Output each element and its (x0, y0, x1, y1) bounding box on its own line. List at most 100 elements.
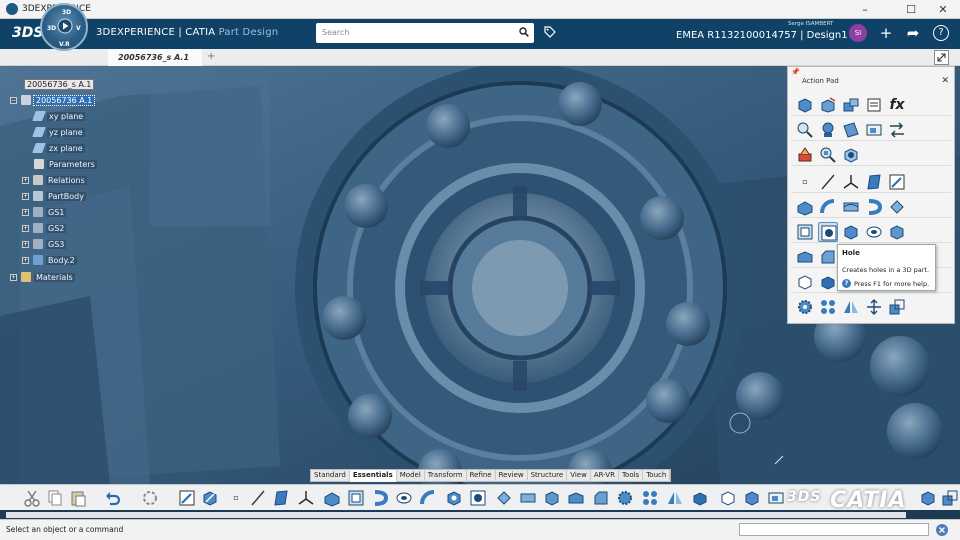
scaling-icon[interactable] (940, 488, 960, 508)
shaft-icon[interactable] (370, 488, 390, 508)
update-icon[interactable] (140, 488, 160, 508)
tree-node-xy-plane[interactable]: xy plane (32, 110, 86, 122)
chamfer-icon[interactable] (818, 247, 838, 267)
tab-refine[interactable]: Refine (467, 470, 496, 482)
rib-icon[interactable] (818, 197, 838, 217)
compass-widget[interactable]: 3D 3D V V.R (40, 3, 88, 51)
tab-structure[interactable]: Structure (528, 470, 568, 482)
pocket-icon[interactable] (795, 222, 815, 242)
pocket-icon[interactable] (346, 488, 366, 508)
axis-system-icon[interactable] (296, 488, 316, 508)
tree-node-relations[interactable]: + Relations (22, 174, 87, 186)
remove-multi-section-icon[interactable] (887, 222, 907, 242)
search-icon[interactable] (519, 27, 529, 37)
action-bar-scrollbar[interactable] (6, 512, 906, 518)
positioned-sketch-icon[interactable] (200, 488, 220, 508)
tree-node-materials[interactable]: + Materials (10, 271, 75, 283)
mirror-icon[interactable] (665, 488, 685, 508)
add-icon[interactable]: + (878, 25, 894, 41)
share-icon[interactable]: ➦ (905, 25, 921, 41)
undo-icon[interactable] (103, 488, 123, 508)
transform-icon[interactable] (887, 120, 907, 140)
multi-section-solid-icon[interactable] (841, 197, 861, 217)
pattern-icon[interactable] (818, 297, 838, 317)
collaborative-space-selector[interactable]: EMEA R1132100014757 | Design1 ⌄ (676, 30, 859, 41)
draft-icon[interactable] (494, 488, 514, 508)
tag-icon[interactable] (543, 25, 557, 39)
pad-feature-icon[interactable] (795, 197, 815, 217)
tab-view[interactable]: View (567, 470, 591, 482)
tab-touch[interactable]: Touch (643, 470, 671, 482)
shell-icon[interactable] (542, 488, 562, 508)
hole-icon[interactable] (818, 222, 838, 242)
slot-icon[interactable] (468, 488, 488, 508)
sketch-icon[interactable] (177, 488, 197, 508)
tab-document[interactable]: 20056736_s A.1 (108, 49, 202, 66)
expand-icon[interactable]: + (22, 208, 29, 216)
tree-node-gs1[interactable]: + GS1 (22, 206, 67, 218)
capture-icon[interactable] (864, 120, 884, 140)
split-icon[interactable] (718, 488, 738, 508)
axis-system-icon[interactable] (841, 172, 861, 192)
search-input[interactable]: Search (316, 23, 534, 43)
thickness-icon[interactable] (818, 272, 838, 292)
tab-standard[interactable]: Standard (311, 470, 350, 482)
tree-node-gs2[interactable]: + GS2 (22, 222, 67, 234)
paint-icon[interactable] (795, 145, 815, 165)
formula-icon[interactable]: fx (887, 95, 907, 115)
boolean-icon[interactable] (742, 488, 762, 508)
chamfer-icon[interactable] (591, 488, 611, 508)
knowledge-icon[interactable] (864, 95, 884, 115)
new-tab-button[interactable]: + (207, 51, 215, 62)
tab-model[interactable]: Model (397, 470, 425, 482)
translate-icon[interactable] (864, 297, 884, 317)
tree-node-partbody[interactable]: + PartBody (22, 190, 86, 202)
groove-icon[interactable] (394, 488, 414, 508)
edge-fillet-icon[interactable] (795, 247, 815, 267)
tab-tools[interactable]: Tools (619, 470, 644, 482)
multi-section-solid-icon[interactable] (518, 488, 538, 508)
sketch-based-solid-icon[interactable] (818, 95, 838, 115)
tab-essentials[interactable]: Essentials (349, 470, 397, 482)
line-icon[interactable] (248, 488, 268, 508)
gear-icon[interactable] (615, 488, 635, 508)
draft-icon[interactable] (887, 197, 907, 217)
measure-icon[interactable] (795, 120, 815, 140)
expand-icon[interactable]: + (22, 224, 29, 232)
command-input[interactable] (739, 523, 929, 536)
slot-icon[interactable] (864, 222, 884, 242)
assemble-icon[interactable] (841, 95, 861, 115)
tab-review[interactable]: Review (496, 470, 528, 482)
tree-node-part[interactable]: − 20056736 A.1 (10, 94, 96, 106)
plane-icon[interactable] (271, 488, 291, 508)
tab-transform[interactable]: Transform (425, 470, 467, 482)
gear-icon[interactable] (795, 297, 815, 317)
fullscreen-icon[interactable] (934, 50, 949, 65)
plane-icon[interactable] (864, 172, 884, 192)
scaling-icon[interactable] (887, 297, 907, 317)
tab-ar-vr[interactable]: AR-VR (591, 470, 619, 482)
paste-icon[interactable] (68, 488, 88, 508)
close-window-button[interactable]: ✕ (928, 0, 958, 19)
sketch-icon[interactable] (887, 172, 907, 192)
zoom-icon[interactable] (818, 145, 838, 165)
play-icon[interactable] (57, 18, 73, 34)
expand-icon[interactable]: + (10, 273, 17, 281)
thickness-icon[interactable] (690, 488, 710, 508)
line-icon[interactable] (818, 172, 838, 192)
tree-node-parameters[interactable]: Parameters (34, 158, 97, 170)
expand-icon[interactable]: + (22, 176, 29, 184)
more-tools-icon[interactable] (918, 488, 938, 508)
tree-node-body2[interactable]: + Body.2 (22, 254, 77, 266)
edge-fillet-icon[interactable] (566, 488, 586, 508)
command-close-icon[interactable] (935, 523, 949, 537)
ds-logo-icon[interactable]: 3DS (12, 25, 43, 41)
tree-node-gs3[interactable]: + GS3 (22, 238, 67, 250)
tree-node-yz-plane[interactable]: yz plane (32, 126, 85, 138)
groove-icon[interactable] (841, 222, 861, 242)
cut-icon[interactable] (22, 488, 42, 508)
view-selector-icon[interactable] (841, 145, 861, 165)
shaft-icon[interactable] (864, 197, 884, 217)
pad-icon[interactable] (322, 488, 342, 508)
pin-icon[interactable]: 📌 (791, 68, 800, 76)
